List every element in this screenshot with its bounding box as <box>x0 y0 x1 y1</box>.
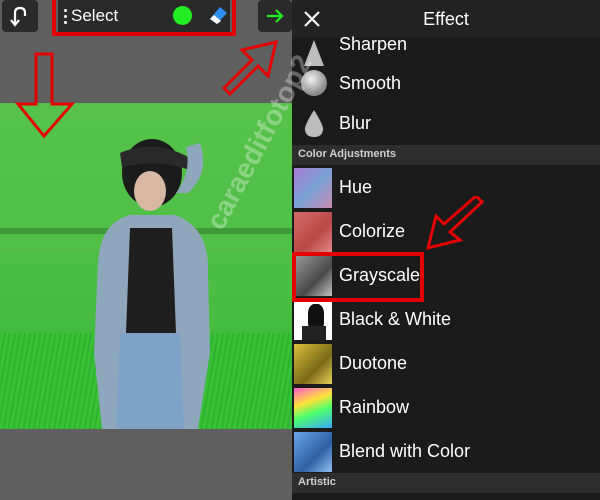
effect-item-blend-with-color[interactable]: Blend with Color <box>292 430 600 474</box>
panel-title: Effect <box>423 9 469 29</box>
person-figure <box>94 139 210 429</box>
effect-label: Black & White <box>339 309 452 329</box>
effect-label: Blur <box>339 113 372 133</box>
effect-item-black-white[interactable]: Black & White <box>292 298 600 342</box>
annotation-arrow-down-left <box>425 196 485 251</box>
colorize-thumbnail <box>294 212 332 252</box>
effect-label: Rainbow <box>339 397 410 417</box>
duotone-thumbnail <box>294 344 332 384</box>
arrow-right-icon <box>267 9 284 23</box>
effect-label: Blend with Color <box>339 441 471 461</box>
hue-thumbnail <box>294 168 332 208</box>
smooth-icon <box>301 70 327 96</box>
edit-canvas-photo[interactable] <box>0 103 292 429</box>
undo-icon <box>10 6 27 27</box>
effect-item-duotone[interactable]: Duotone <box>292 342 600 386</box>
effect-label: Hue <box>339 177 373 197</box>
section-color-adjustments: Color Adjustments <box>292 145 600 165</box>
black-white-thumbnail <box>294 300 332 340</box>
undo-button[interactable] <box>2 0 38 32</box>
next-button[interactable] <box>258 0 292 32</box>
effect-label: Colorize <box>339 221 406 241</box>
blend-thumbnail <box>294 432 332 472</box>
effect-item-rainbow[interactable]: Rainbow <box>292 386 600 430</box>
annotation-box-grayscale <box>292 252 424 302</box>
section-title: Artistic <box>298 476 336 488</box>
effect-label: Duotone <box>339 353 408 373</box>
next-row-peek <box>292 494 600 500</box>
section-title: Color Adjustments <box>298 148 396 160</box>
annotation-arrow-down <box>14 52 76 139</box>
annotation-box-select <box>52 0 236 36</box>
annotation-arrow-up-right <box>221 39 279 97</box>
effect-item-blur[interactable]: Blur <box>292 102 600 146</box>
effect-label: Sharpen <box>339 34 408 54</box>
effect-label: Smooth <box>339 73 402 93</box>
section-artistic: Artistic <box>292 473 600 493</box>
editor-area: Select <box>0 0 292 500</box>
blur-icon <box>304 110 324 137</box>
effect-panel: Effect Sharpen Smooth Blur Color Adjustm… <box>292 0 600 500</box>
effect-item-smooth[interactable]: Smooth <box>292 62 600 106</box>
rainbow-thumbnail <box>294 388 332 428</box>
